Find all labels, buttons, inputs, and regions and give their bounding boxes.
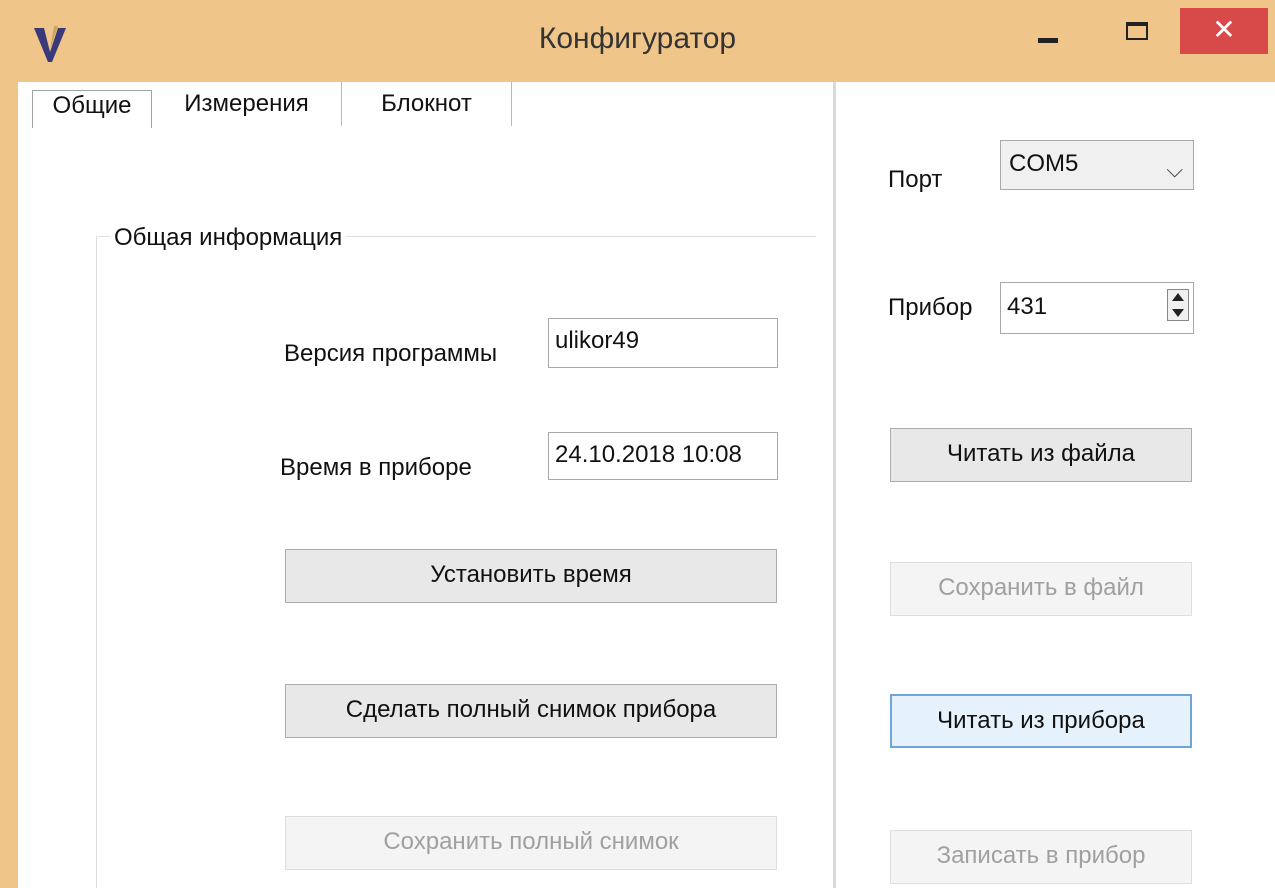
tab-notepad[interactable]: Блокнот xyxy=(342,82,512,126)
full-snapshot-button[interactable]: Сделать полный снимок прибора xyxy=(285,684,777,738)
read-file-button[interactable]: Читать из файла xyxy=(890,428,1192,482)
title-bar[interactable]: Конфигуратор ✕ xyxy=(0,0,1275,82)
group-border-left xyxy=(96,236,97,888)
time-field[interactable]: 24.10.2018 10:08 xyxy=(548,432,778,480)
app-window: Конфигуратор ✕ Общие Измерения Блокнот О… xyxy=(0,0,1275,888)
arrow-down-icon xyxy=(1172,309,1184,317)
version-label: Версия программы xyxy=(284,340,498,367)
client-area: Общие Измерения Блокнот Общая информация… xyxy=(18,82,1275,888)
write-device-button[interactable]: Записать в прибор xyxy=(890,830,1192,884)
left-pane: Общие Измерения Блокнот Общая информация… xyxy=(18,82,833,888)
set-time-button[interactable]: Установить время xyxy=(285,549,777,603)
version-field[interactable]: ulikor49 xyxy=(548,318,778,368)
maximize-button[interactable] xyxy=(1100,8,1174,54)
device-stepper[interactable]: 431 xyxy=(1000,282,1194,334)
save-file-button[interactable]: Сохранить в файл xyxy=(890,562,1192,616)
time-label: Время в приборе xyxy=(280,454,472,481)
right-pane: Порт COM5 ⌵ Прибор 431 Читать из файла С… xyxy=(836,82,1275,888)
minimize-button[interactable] xyxy=(1010,8,1084,54)
port-label: Порт xyxy=(888,166,943,193)
port-select[interactable]: COM5 ⌵ xyxy=(1000,140,1194,190)
minimize-icon xyxy=(1038,38,1058,43)
close-icon: ✕ xyxy=(1212,14,1236,45)
maximize-icon xyxy=(1126,22,1148,40)
close-button[interactable]: ✕ xyxy=(1180,8,1268,54)
arrow-up-icon xyxy=(1172,293,1184,301)
group-title: Общая информация xyxy=(110,224,347,252)
device-value: 431 xyxy=(1007,293,1048,320)
tab-measurements[interactable]: Измерения xyxy=(152,82,342,126)
tab-general[interactable]: Общие xyxy=(32,90,152,128)
read-device-button[interactable]: Читать из прибора xyxy=(890,694,1192,748)
device-label: Прибор xyxy=(888,294,973,321)
chevron-down-icon: ⌵ xyxy=(1166,157,1183,182)
save-snapshot-button[interactable]: Сохранить полный снимок xyxy=(285,816,777,870)
port-value: COM5 xyxy=(1009,150,1079,177)
spin-arrows-icon[interactable] xyxy=(1167,289,1189,321)
